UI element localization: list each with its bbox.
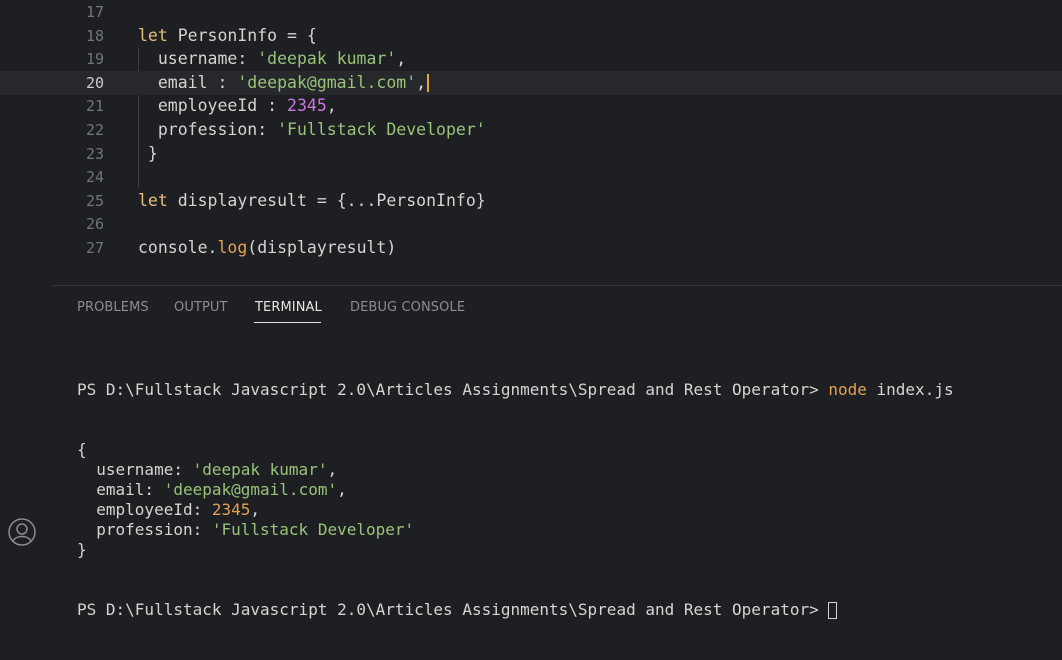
code-token: displayresult = {...PersonInfo}	[167, 190, 486, 210]
terminal-token: profession:	[77, 520, 212, 539]
terminal-command-line: PS D:\Fullstack Javascript 2.0\Articles …	[77, 380, 954, 400]
terminal-token: 'deepak kumar'	[192, 460, 328, 479]
code-text: employeeId : 2345,	[138, 94, 337, 118]
tab-terminal[interactable]: TERMINAL	[255, 300, 322, 315]
line-number: 17	[85, 3, 104, 21]
code-line[interactable]: 17	[0, 0, 1062, 24]
terminal-output-line: {	[77, 440, 954, 460]
code-text: email : 'deepak@gmail.com',	[138, 71, 430, 95]
code-line[interactable]: 21 employeeId : 2345,	[0, 94, 1062, 118]
code-line[interactable]: 24	[0, 165, 1062, 189]
code-token: ,	[416, 72, 427, 92]
line-number: 25	[85, 191, 104, 210]
terminal-token: 'deepak@gmail.com'	[163, 480, 338, 499]
code-token: }	[138, 143, 158, 163]
tab-debug-console[interactable]: DEBUG CONSOLE	[350, 300, 465, 315]
code-text: }	[138, 142, 158, 166]
terminal-token: ,	[337, 480, 347, 499]
code-text: profession: 'Fullstack Developer'	[138, 118, 486, 142]
code-line[interactable]: 26	[0, 212, 1062, 236]
terminal-command-args: index.js	[866, 380, 954, 399]
terminal-prompt: PS D:\Fullstack Javascript 2.0\Articles …	[77, 600, 829, 619]
code-text: console.log(displayresult)	[138, 236, 396, 260]
code-line[interactable]: 18 let PersonInfo = {	[0, 24, 1062, 48]
terminal-token: 2345	[211, 500, 251, 519]
code-token: email :	[138, 72, 238, 92]
terminal-token: {	[77, 440, 87, 459]
line-number: 21	[85, 97, 104, 116]
bottom-panel: PROBLEMS OUTPUT TERMINAL DEBUG CONSOLE P…	[52, 286, 1062, 619]
terminal-token: ,	[250, 500, 261, 519]
line-number: 27	[85, 239, 104, 257]
terminal-token: }	[77, 540, 87, 559]
terminal-token: username:	[77, 460, 193, 479]
terminal-token: employeeId:	[77, 500, 212, 519]
terminal-output-line: username: 'deepak kumar',	[77, 460, 954, 480]
terminal-output-line: email: 'deepak@gmail.com',	[77, 480, 954, 500]
line-number: 24	[85, 168, 104, 187]
terminal-output-line: }	[77, 540, 954, 560]
line-number: 18	[85, 26, 104, 45]
terminal-prompt: PS D:\Fullstack Javascript 2.0\Articles …	[77, 380, 829, 399]
terminal-output-line: employeeId: 2345,	[77, 500, 954, 520]
code-text: username: 'deepak kumar',	[138, 47, 406, 71]
code-token: let	[138, 25, 168, 45]
line-number: 26	[85, 215, 104, 234]
code-line[interactable]: 25 let displayresult = {...PersonInfo}	[0, 189, 1062, 213]
line-number: 22	[85, 121, 104, 139]
line-number: 20	[85, 73, 104, 92]
terminal-output-line: profession: 'Fullstack Developer'	[77, 520, 954, 540]
code-token: username:	[138, 49, 258, 69]
code-token: (displayresult)	[247, 238, 397, 257]
code-token: 'Fullstack Developer'	[277, 120, 486, 139]
code-token: ,	[326, 96, 337, 116]
terminal-token: 'Fullstack Developer'	[211, 520, 415, 539]
terminal-token: ,	[327, 460, 338, 479]
code-line[interactable]: 19 username: 'deepak kumar',	[0, 47, 1062, 71]
code-line[interactable]: 27 console.log(displayresult)	[0, 236, 1062, 260]
code-token: 2345	[287, 96, 327, 116]
account-icon[interactable]	[7, 517, 37, 547]
code-token: let	[138, 190, 168, 210]
line-number: 23	[85, 144, 104, 163]
code-token: profession:	[138, 120, 278, 139]
code-token: PersonInfo = {	[167, 25, 317, 45]
terminal[interactable]: PS D:\Fullstack Javascript 2.0\Articles …	[77, 340, 954, 660]
code-token: 'deepak kumar'	[257, 49, 397, 69]
line-number: 19	[85, 50, 104, 69]
code-line[interactable]: 23 }	[0, 142, 1062, 166]
code-token: employeeId :	[138, 96, 288, 116]
active-tab-indicator	[254, 322, 321, 323]
code-line[interactable]: 22 profession: 'Fullstack Developer'	[0, 118, 1062, 142]
code-editor[interactable]: 17 18 let PersonInfo = {19 username: 'deep…	[0, 0, 1062, 285]
terminal-command-name: node	[828, 380, 867, 399]
code-text: let displayresult = {...PersonInfo}	[138, 189, 486, 213]
terminal-cursor	[828, 602, 838, 619]
tab-output[interactable]: OUTPUT	[174, 300, 228, 315]
code-token: ,	[396, 49, 407, 69]
code-text: let PersonInfo = {	[138, 24, 317, 48]
code-token: console.	[138, 238, 218, 257]
terminal-prompt-line: PS D:\Fullstack Javascript 2.0\Articles …	[77, 600, 954, 620]
code-line[interactable]: 20 email : 'deepak@gmail.com',	[0, 70, 1062, 95]
text-cursor	[427, 74, 430, 93]
code-token: 'deepak@gmail.com'	[237, 72, 417, 92]
code-token: log	[217, 238, 248, 257]
tab-problems[interactable]: PROBLEMS	[77, 300, 149, 315]
terminal-token: email:	[77, 480, 164, 499]
